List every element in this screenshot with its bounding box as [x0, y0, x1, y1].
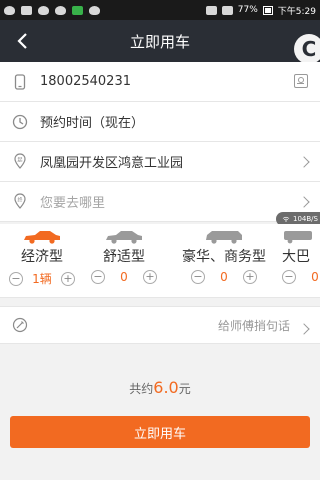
- clock-icon: [0, 114, 40, 130]
- car-count: 0: [220, 270, 228, 284]
- contacts-icon: [294, 74, 308, 88]
- car-type-bus[interactable]: 大巴 − 0: [282, 230, 320, 284]
- phone-row[interactable]: 18002540231: [0, 62, 320, 102]
- submit-order-button[interactable]: 立即用车: [10, 416, 310, 448]
- destination-pin-icon: 终: [0, 192, 40, 211]
- car-count: 0: [120, 270, 128, 284]
- origin-address: 凤凰园开发区鸿意工业园: [40, 156, 184, 171]
- decrement-button[interactable]: −: [191, 270, 205, 284]
- time-row[interactable]: 预约时间（现在）: [0, 102, 320, 142]
- driver-note-row[interactable]: 给师傅捎句话: [0, 306, 320, 344]
- svg-text:起: 起: [17, 157, 22, 163]
- bus-icon: [284, 231, 312, 244]
- increment-button[interactable]: +: [243, 270, 257, 284]
- total-unit: 元: [178, 382, 191, 396]
- nav-bar: 立即用车 C: [0, 20, 320, 64]
- quantity-stepper: − 0 +: [84, 270, 164, 284]
- status-bar: 77% 下午5:29: [0, 0, 320, 20]
- driver-note-placeholder: 给师傅捎句话: [217, 318, 290, 333]
- booking-time: 预约时间（现在）: [40, 116, 145, 131]
- estimated-total: 共约6.0元: [0, 378, 320, 397]
- chevron-left-icon: [17, 33, 27, 49]
- order-form: 18002540231 预约时间（现在） 起 凤凰园开发区鸿意工业园 终 您要去…: [0, 62, 320, 222]
- decrement-button[interactable]: −: [282, 270, 296, 284]
- origin-row[interactable]: 起 凤凰园开发区鸿意工业园: [0, 142, 320, 182]
- destination-row[interactable]: 终 您要去哪里: [0, 182, 320, 222]
- signal-icon: [221, 5, 233, 15]
- quantity-stepper: − 0: [282, 270, 320, 284]
- car-type-selector: 经济型 − 1辆 + 舒适型 − 0 + 豪华、商务型 − 0 + 大巴 − 0: [0, 224, 320, 298]
- qq-icon: [4, 5, 15, 15]
- battery-percent: 77%: [237, 5, 258, 15]
- phone-number: 18002540231: [40, 74, 131, 89]
- total-prefix: 共约: [129, 382, 154, 396]
- svg-text:终: 终: [17, 196, 22, 203]
- floating-c-button[interactable]: C: [294, 34, 320, 64]
- wechat-icon-2: [55, 5, 66, 15]
- car-type-luxury[interactable]: 豪华、商务型 − 0 +: [176, 230, 272, 284]
- decrement-button[interactable]: −: [91, 270, 105, 284]
- clock: 下午5:29: [277, 6, 316, 17]
- chevron-right-icon: [298, 156, 310, 168]
- network-speed: 104B/S: [293, 215, 318, 223]
- car-count: 1辆: [32, 272, 52, 286]
- chevron-right-icon: [298, 323, 310, 335]
- chevron-right-icon: [298, 196, 310, 208]
- luxury-van-icon: [206, 231, 242, 244]
- usb-icon: [21, 5, 32, 15]
- back-button[interactable]: [12, 30, 34, 52]
- car-type-economy[interactable]: 经济型 − 1辆 +: [2, 230, 82, 287]
- cloud-icon: [89, 5, 100, 15]
- quantity-stepper: − 1辆 +: [2, 270, 82, 287]
- destination-placeholder: 您要去哪里: [40, 196, 106, 211]
- car-type-name: 舒适型: [103, 249, 145, 265]
- contacts-button[interactable]: [294, 74, 308, 88]
- phone-icon: [0, 73, 40, 90]
- car-type-name: 豪华、商务型: [182, 249, 266, 265]
- battery-icon: [262, 5, 273, 15]
- wifi-icon: [205, 5, 217, 15]
- wifi-icon: [282, 216, 290, 222]
- increment-button[interactable]: +: [143, 270, 157, 284]
- economy-car-icon: [24, 231, 60, 244]
- origin-pin-icon: 起: [0, 152, 40, 171]
- pencil-icon: [0, 317, 40, 333]
- total-amount: 6.0: [153, 378, 179, 397]
- car-type-name: 经济型: [21, 249, 63, 265]
- wechat-icon: [38, 5, 49, 15]
- car-type-name: 大巴: [282, 249, 310, 265]
- decrement-button[interactable]: −: [9, 271, 23, 286]
- increment-button[interactable]: +: [61, 271, 75, 286]
- car-type-comfort[interactable]: 舒适型 − 0 +: [84, 230, 164, 284]
- footer: 共约6.0元 立即用车: [0, 344, 320, 480]
- comfort-car-icon: [106, 231, 142, 244]
- quantity-stepper: − 0 +: [176, 270, 272, 284]
- car-count: 0: [311, 270, 319, 284]
- page-title: 立即用车: [129, 32, 190, 51]
- app-icon: [72, 5, 83, 15]
